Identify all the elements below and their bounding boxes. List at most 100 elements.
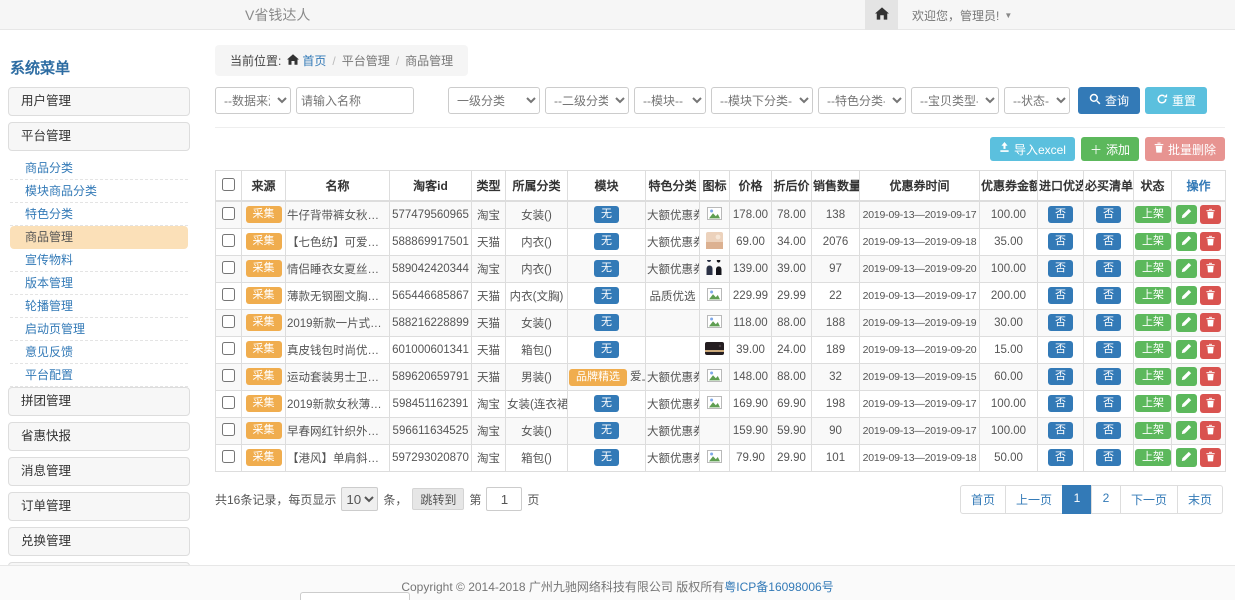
import-select-toggle[interactable]: 否 xyxy=(1048,233,1073,250)
edit-button[interactable] xyxy=(1176,313,1197,332)
must-buy-toggle[interactable]: 否 xyxy=(1096,287,1121,304)
edit-button[interactable] xyxy=(1176,340,1197,359)
import-select-toggle[interactable]: 否 xyxy=(1048,368,1073,385)
status-button[interactable]: 上架 xyxy=(1135,368,1171,385)
delete-button[interactable] xyxy=(1200,367,1221,386)
add-button[interactable]: ＋ 添加 xyxy=(1081,137,1139,161)
sidebar-item[interactable]: 轮播管理 xyxy=(10,295,188,318)
delete-button[interactable] xyxy=(1200,259,1221,278)
delete-button[interactable] xyxy=(1200,340,1221,359)
delete-button[interactable] xyxy=(1200,286,1221,305)
reset-button[interactable]: 重置 xyxy=(1145,87,1207,114)
status-button[interactable]: 上架 xyxy=(1135,449,1171,466)
import-select-toggle[interactable]: 否 xyxy=(1048,422,1073,439)
edit-button[interactable] xyxy=(1176,259,1197,278)
import-select-toggle[interactable]: 否 xyxy=(1048,341,1073,358)
select-row-checkbox[interactable] xyxy=(222,342,235,355)
sidebar-item[interactable]: 宣传物料 xyxy=(10,249,188,272)
status-button[interactable]: 上架 xyxy=(1135,341,1171,358)
pager-last[interactable]: 末页 xyxy=(1177,485,1223,514)
edit-button[interactable] xyxy=(1176,205,1197,224)
delete-button[interactable] xyxy=(1200,232,1221,251)
icp-link[interactable]: 粤ICP备16098006号 xyxy=(724,580,833,594)
sidebar-section[interactable]: 拼团管理 xyxy=(8,387,190,416)
delete-button[interactable] xyxy=(1200,313,1221,332)
status-button[interactable]: 上架 xyxy=(1135,206,1171,223)
sidebar-item[interactable]: 特色分类 xyxy=(10,203,188,226)
must-buy-toggle[interactable]: 否 xyxy=(1096,449,1121,466)
search-button[interactable]: 查询 xyxy=(1078,87,1140,114)
must-buy-toggle[interactable]: 否 xyxy=(1096,341,1121,358)
must-buy-toggle[interactable]: 否 xyxy=(1096,206,1121,223)
item-type-select[interactable]: --宝贝类型-- xyxy=(911,87,999,114)
must-buy-toggle[interactable]: 否 xyxy=(1096,422,1121,439)
must-buy-toggle[interactable]: 否 xyxy=(1096,395,1121,412)
name-input[interactable] xyxy=(296,87,414,114)
user-menu[interactable]: 欢迎您，管理员! ▼ xyxy=(912,0,1012,30)
select-row-checkbox[interactable] xyxy=(222,423,235,436)
per-page-select[interactable]: 10 xyxy=(341,487,378,511)
select-row-checkbox[interactable] xyxy=(222,450,235,463)
sidebar-item[interactable]: 启动页管理 xyxy=(10,318,188,341)
sidebar-item[interactable]: 意见反馈 xyxy=(10,341,188,364)
select-row-checkbox[interactable] xyxy=(222,396,235,409)
level2-category-select[interactable]: --二级分类-- xyxy=(545,87,629,114)
import-select-toggle[interactable]: 否 xyxy=(1048,206,1073,223)
delete-button[interactable] xyxy=(1200,394,1221,413)
import-select-toggle[interactable]: 否 xyxy=(1048,260,1073,277)
must-buy-toggle[interactable]: 否 xyxy=(1096,368,1121,385)
delete-button[interactable] xyxy=(1200,421,1221,440)
edit-button[interactable] xyxy=(1176,448,1197,467)
select-row-checkbox[interactable] xyxy=(222,234,235,247)
import-select-toggle[interactable]: 否 xyxy=(1048,449,1073,466)
status-button[interactable]: 上架 xyxy=(1135,260,1171,277)
sidebar-item-active[interactable]: 商品管理 xyxy=(10,226,188,249)
pager-page-2[interactable]: 2 xyxy=(1091,485,1121,514)
home-button[interactable] xyxy=(865,0,898,30)
edit-button[interactable] xyxy=(1176,394,1197,413)
edit-button[interactable] xyxy=(1176,367,1197,386)
sidebar-section[interactable]: 省惠快报 xyxy=(8,422,190,451)
level1-category-select[interactable]: 一级分类 xyxy=(448,87,540,114)
import-excel-button[interactable]: 导入excel xyxy=(990,137,1075,161)
sidebar-item[interactable]: 模块商品分类 xyxy=(10,180,188,203)
feature-category-select[interactable]: --特色分类-- xyxy=(818,87,906,114)
select-row-checkbox[interactable] xyxy=(222,288,235,301)
pager-first[interactable]: 首页 xyxy=(960,485,1006,514)
import-select-toggle[interactable]: 否 xyxy=(1048,287,1073,304)
edit-button[interactable] xyxy=(1176,232,1197,251)
select-row-checkbox[interactable] xyxy=(222,315,235,328)
import-select-toggle[interactable]: 否 xyxy=(1048,395,1073,412)
module-subcategory-select[interactable]: --模块下分类-- xyxy=(711,87,813,114)
status-button[interactable]: 上架 xyxy=(1135,422,1171,439)
sidebar-item[interactable]: 平台配置 xyxy=(10,364,188,387)
sidebar-section[interactable]: 用户管理 xyxy=(8,87,190,116)
status-button[interactable]: 上架 xyxy=(1135,314,1171,331)
must-buy-toggle[interactable]: 否 xyxy=(1096,314,1121,331)
pager-prev[interactable]: 上一页 xyxy=(1005,485,1063,514)
select-row-checkbox[interactable] xyxy=(222,261,235,274)
sidebar-item[interactable]: 商品分类 xyxy=(10,157,188,180)
status-button[interactable]: 上架 xyxy=(1135,395,1171,412)
edit-button[interactable] xyxy=(1176,286,1197,305)
sidebar-item[interactable]: 版本管理 xyxy=(10,272,188,295)
sidebar-section[interactable]: 兑换管理 xyxy=(8,527,190,556)
select-all-checkbox[interactable] xyxy=(222,178,235,191)
sidebar-section[interactable]: 消息管理 xyxy=(8,457,190,486)
sidebar-section[interactable]: 订单管理 xyxy=(8,492,190,521)
jump-button[interactable]: 跳转到 xyxy=(412,488,464,510)
status-button[interactable]: 上架 xyxy=(1135,233,1171,250)
batch-delete-button[interactable]: 批量删除 xyxy=(1145,137,1225,161)
breadcrumb-home-link[interactable]: 首页 xyxy=(287,52,326,69)
select-row-checkbox[interactable] xyxy=(222,207,235,220)
jump-page-input[interactable] xyxy=(486,487,522,511)
module-select[interactable]: --模块-- xyxy=(634,87,706,114)
status-select[interactable]: --状态-- xyxy=(1004,87,1070,114)
select-row-checkbox[interactable] xyxy=(222,369,235,382)
delete-button[interactable] xyxy=(1200,205,1221,224)
must-buy-toggle[interactable]: 否 xyxy=(1096,233,1121,250)
import-select-toggle[interactable]: 否 xyxy=(1048,314,1073,331)
delete-button[interactable] xyxy=(1200,448,1221,467)
pager-page-1[interactable]: 1 xyxy=(1062,485,1092,514)
sidebar-section[interactable]: 平台管理 xyxy=(8,122,190,151)
